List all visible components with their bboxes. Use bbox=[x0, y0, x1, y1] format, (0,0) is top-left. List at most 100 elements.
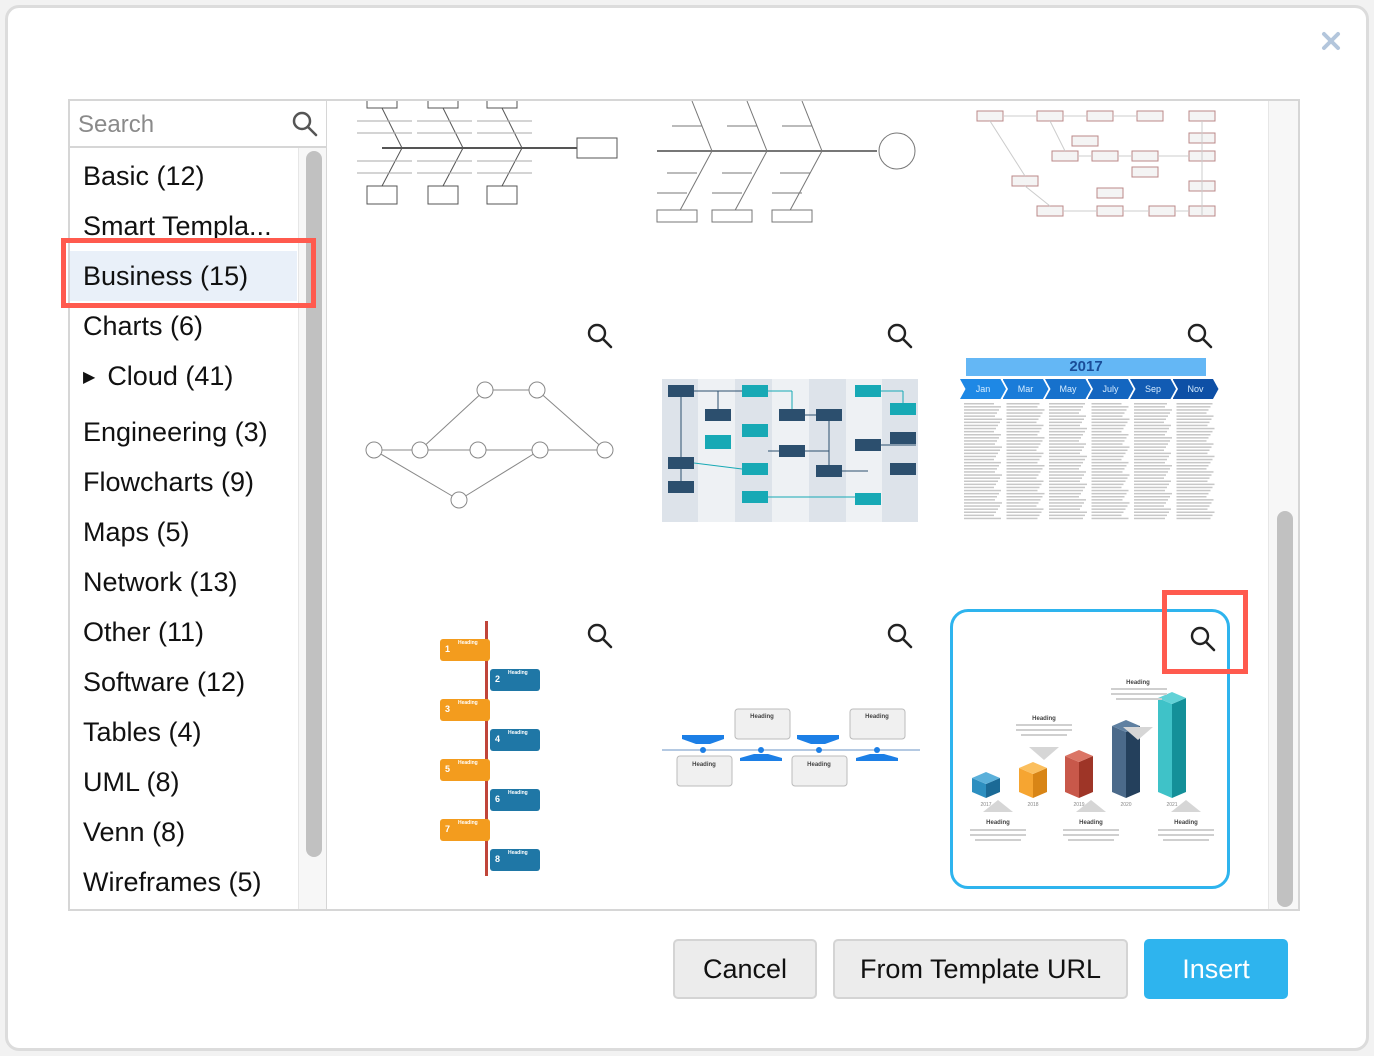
step-number: 3 bbox=[445, 704, 451, 714]
timeline-month-chevron: July bbox=[1087, 379, 1134, 399]
zoom-preview-icon[interactable] bbox=[585, 621, 615, 651]
search-icon[interactable] bbox=[291, 110, 319, 138]
step-number: 8 bbox=[495, 854, 501, 864]
zoom-preview-icon[interactable] bbox=[885, 621, 915, 651]
template-scrollbar-thumb[interactable] bbox=[1277, 511, 1293, 907]
category-item[interactable]: Venn (8) bbox=[70, 807, 297, 857]
heading-label: Heading bbox=[750, 714, 774, 720]
category-item[interactable]: Engineering (3) bbox=[70, 407, 297, 457]
category-item[interactable]: Network (13) bbox=[70, 557, 297, 607]
category-item[interactable]: Smart Templa... bbox=[70, 201, 297, 251]
category-item[interactable]: Wireframes (5) bbox=[70, 857, 297, 907]
timeline-step: 6 Heading bbox=[490, 789, 540, 811]
step-number: 5 bbox=[445, 764, 451, 774]
category-label: Wireframes (5) bbox=[83, 867, 262, 897]
close-icon[interactable] bbox=[1318, 28, 1344, 54]
category-label: Cloud (41) bbox=[107, 361, 234, 391]
timeline-step: 5 Heading bbox=[440, 759, 490, 781]
heading-label: Heading bbox=[1126, 680, 1150, 686]
horizontal-timeline-thumbnail: Heading Heading Heading Heading bbox=[662, 708, 920, 787]
category-item[interactable]: Business (15) bbox=[70, 251, 297, 301]
expand-arrow-icon[interactable]: ▶ bbox=[83, 369, 95, 386]
year-label: 2021 bbox=[1166, 802, 1177, 808]
step-heading: Heading bbox=[508, 730, 528, 736]
zoom-preview-icon[interactable] bbox=[1188, 624, 1218, 654]
template-pert-network[interactable] bbox=[952, 101, 1232, 321]
isometric-bar: 2018 bbox=[1019, 762, 1047, 808]
timeline-month-chevron: Mar bbox=[1002, 379, 1049, 399]
category-item[interactable]: Flowcharts (9) bbox=[70, 457, 297, 507]
heading-label: Heading bbox=[1174, 820, 1198, 826]
category-item[interactable]: Basic (12) bbox=[70, 151, 297, 201]
year-label: 2020 bbox=[1120, 802, 1131, 808]
timeline-step: 1 Heading bbox=[440, 639, 490, 661]
timeline-month-chevron: Nov bbox=[1172, 379, 1219, 399]
heading-label: Heading bbox=[692, 762, 716, 768]
template-swimlane-flowchart[interactable] bbox=[652, 321, 932, 601]
step-heading: Heading bbox=[458, 760, 478, 766]
category-item[interactable]: Maps (5) bbox=[70, 507, 297, 557]
step-number: 1 bbox=[445, 644, 451, 654]
template-isometric-growth-chart[interactable]: 2017 2018 2019 2020 2021 Heading Heading Hea… bbox=[950, 609, 1230, 889]
category-item[interactable]: Charts (6) bbox=[70, 301, 297, 351]
fishbone-events-thumbnail bbox=[656, 101, 916, 223]
timeline-step: 3 Heading bbox=[440, 699, 490, 721]
category-scrollbar-thumb[interactable] bbox=[306, 151, 322, 857]
category-item[interactable]: Other (11) bbox=[70, 607, 297, 657]
insert-button[interactable]: Insert bbox=[1144, 939, 1288, 999]
step-heading: Heading bbox=[508, 850, 528, 856]
timeline-step: 8 Heading bbox=[490, 849, 540, 871]
heading-label: Heading bbox=[986, 820, 1010, 826]
category-label: Other (11) bbox=[83, 617, 205, 647]
isometric-bar: 2019 bbox=[1065, 750, 1093, 808]
timeline-months: Jan Mar May July Sep Nov bbox=[960, 379, 1220, 399]
heading-label: Heading bbox=[807, 762, 831, 768]
pert-network-thumbnail bbox=[976, 110, 1216, 217]
category-label: Software (12) bbox=[83, 667, 246, 697]
step-number: 6 bbox=[495, 794, 501, 804]
heading-label: Heading bbox=[865, 714, 889, 720]
year-label: 2018 bbox=[1027, 802, 1038, 808]
step-heading: Heading bbox=[508, 790, 528, 796]
category-item[interactable]: Tables (4) bbox=[70, 707, 297, 757]
category-scrollbar[interactable] bbox=[298, 148, 326, 909]
timeline-text-columns bbox=[964, 403, 1215, 520]
search-input[interactable] bbox=[76, 107, 285, 143]
category-panel: Basic (12) Smart Templa... Business (15) Ch… bbox=[68, 99, 328, 911]
zoom-preview-icon[interactable] bbox=[885, 321, 915, 351]
template-fishbone-events[interactable] bbox=[652, 101, 932, 321]
step-heading: Heading bbox=[458, 820, 478, 826]
template-fishbone-diagram[interactable] bbox=[352, 101, 632, 321]
template-timeline-2017[interactable]: 2017 Jan Mar May July Sep Nov bbox=[952, 321, 1232, 601]
category-label: Business (15) bbox=[83, 261, 249, 291]
timeline-step: 7 Heading bbox=[440, 819, 490, 841]
heading-label: Heading bbox=[1079, 820, 1103, 826]
category-label: UML (8) bbox=[83, 767, 180, 797]
template-gallery: 2017 Jan Mar May July Sep Nov 1 Heading 2 Headin… bbox=[327, 99, 1300, 911]
step-number: 7 bbox=[445, 824, 451, 834]
timeline-step: 2 Heading bbox=[490, 669, 540, 691]
from-template-url-button[interactable]: From Template URL bbox=[833, 939, 1128, 999]
critical-path-thumbnail bbox=[365, 381, 614, 509]
zoom-preview-icon[interactable] bbox=[585, 321, 615, 351]
category-label: Network (13) bbox=[83, 567, 238, 597]
zoom-preview-icon[interactable] bbox=[1185, 321, 1215, 351]
timeline-month-chevron: May bbox=[1045, 379, 1091, 399]
step-number: 2 bbox=[495, 674, 501, 684]
template-vertical-timeline[interactable]: 1 Heading 2 Heading 3 Heading 4 Heading 5 Heading… bbox=[352, 621, 632, 901]
category-item[interactable]: Software (12) bbox=[70, 657, 297, 707]
cancel-button[interactable]: Cancel bbox=[673, 939, 817, 999]
timeline-year-banner: 2017 bbox=[966, 358, 1206, 376]
fishbone-thumbnail bbox=[357, 101, 618, 205]
category-item[interactable]: ▶ Cloud (41) bbox=[70, 351, 297, 401]
template-horizontal-timeline[interactable]: Heading Heading Heading Heading bbox=[652, 621, 932, 901]
category-label: Venn (8) bbox=[83, 817, 186, 847]
isometric-chart-thumbnail: 2017 2018 2019 2020 2021 Heading Heading Hea… bbox=[970, 680, 1214, 841]
category-label: Flowcharts (9) bbox=[83, 467, 255, 497]
category-list: Basic (12) Smart Templa... Business (15) Ch… bbox=[70, 148, 297, 909]
template-critical-path-network[interactable] bbox=[352, 321, 632, 601]
category-item[interactable]: UML (8) bbox=[70, 757, 297, 807]
step-heading: Heading bbox=[458, 700, 478, 706]
category-label: Maps (5) bbox=[83, 517, 190, 547]
template-scrollbar[interactable] bbox=[1268, 101, 1298, 909]
